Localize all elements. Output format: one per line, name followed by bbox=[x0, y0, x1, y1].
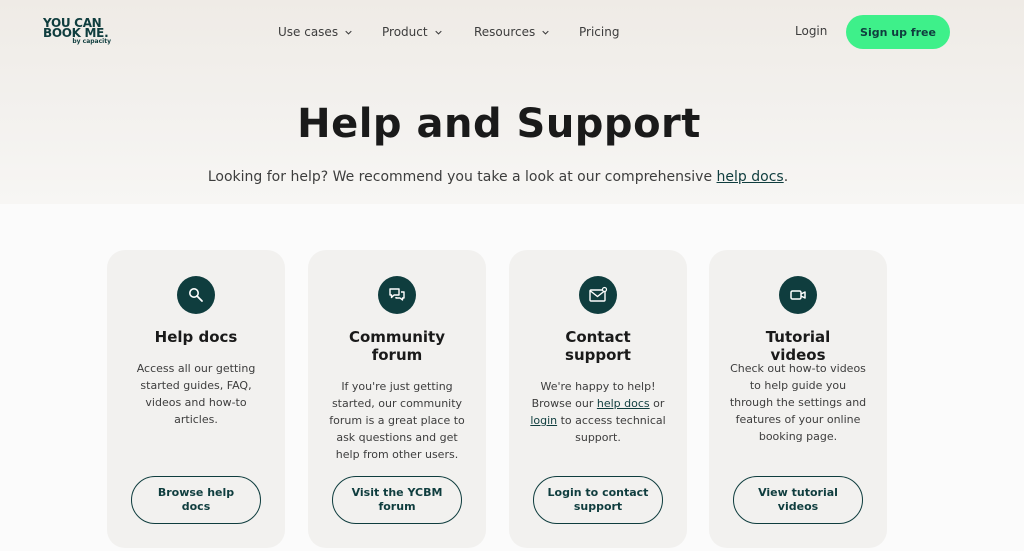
nav-label: Resources bbox=[474, 25, 536, 39]
subtitle-end: . bbox=[783, 169, 789, 185]
view-tutorial-videos-button[interactable]: View tutorial videos bbox=[733, 476, 863, 524]
card-icon-badge bbox=[378, 276, 416, 314]
browse-help-docs-button[interactable]: Browse help docs bbox=[131, 476, 261, 524]
help-docs-link[interactable]: help docs bbox=[597, 397, 650, 410]
login-to-contact-support-button[interactable]: Login to contact support bbox=[533, 476, 663, 524]
nav-label: Use cases bbox=[278, 25, 339, 39]
subtitle-text: Looking for help? We recommend you take … bbox=[207, 169, 717, 185]
card-icon-badge bbox=[779, 276, 817, 314]
nav-use-cases[interactable]: Use cases bbox=[278, 24, 352, 40]
card-description: We're happy to help! Browse our help doc… bbox=[509, 378, 687, 446]
card-help-docs: Help docs Access all our getting started… bbox=[107, 250, 285, 548]
ycbm-logo[interactable]: YOU CAN BOOK ME. by capacity bbox=[43, 17, 115, 45]
login-link[interactable]: Login bbox=[795, 24, 827, 38]
visit-forum-button[interactable]: Visit the YCBM forum bbox=[332, 476, 462, 524]
card-description: If you're just getting started, our comm… bbox=[329, 380, 465, 461]
nav-resources[interactable]: Resources bbox=[474, 24, 549, 40]
card-icon-badge bbox=[177, 276, 215, 314]
card-contact-support: Contact support We're happy to help! Bro… bbox=[509, 250, 687, 548]
chevron-down-icon bbox=[345, 30, 352, 35]
card-description: Access all our getting started guides, F… bbox=[136, 362, 256, 426]
chevron-down-icon bbox=[434, 30, 442, 35]
chat-bubbles-icon bbox=[389, 288, 405, 301]
video-camera-icon bbox=[790, 290, 806, 300]
desc-text: or bbox=[649, 397, 665, 410]
card-title: Tutorial videos bbox=[765, 328, 831, 364]
nav-label: Product bbox=[382, 25, 428, 39]
sign-up-free-button[interactable]: Sign up free bbox=[846, 15, 950, 49]
magnifier-icon bbox=[189, 288, 203, 302]
card-title: Help docs bbox=[154, 328, 238, 346]
desc-text: to access technical support. bbox=[557, 414, 666, 444]
card-title: Contact support bbox=[565, 328, 631, 364]
card-tutorial-videos: Tutorial videos Check out how-to videos … bbox=[709, 250, 887, 548]
card-description: Check out how-to videos to help guide yo… bbox=[729, 362, 867, 443]
nav-label: Pricing bbox=[579, 25, 620, 39]
nav-product[interactable]: Product bbox=[382, 24, 442, 40]
card-community-forum: Community forum If you're just getting s… bbox=[308, 250, 486, 548]
help-docs-link[interactable]: help docs bbox=[717, 169, 784, 185]
page-title: Help and Support bbox=[297, 101, 701, 147]
chevron-down-icon bbox=[542, 30, 549, 35]
page-subtitle: Looking for help? We recommend you take … bbox=[0, 169, 996, 185]
logo-line-2: BOOK ME. bbox=[43, 26, 109, 40]
mail-icon bbox=[589, 286, 608, 302]
card-title: Community forum bbox=[348, 328, 446, 364]
login-link[interactable]: login bbox=[530, 414, 557, 427]
site-header: YOU CAN BOOK ME. by capacity Use cases P… bbox=[0, 0, 1024, 64]
card-icon-badge bbox=[579, 276, 617, 314]
nav-pricing[interactable]: Pricing bbox=[579, 24, 619, 40]
